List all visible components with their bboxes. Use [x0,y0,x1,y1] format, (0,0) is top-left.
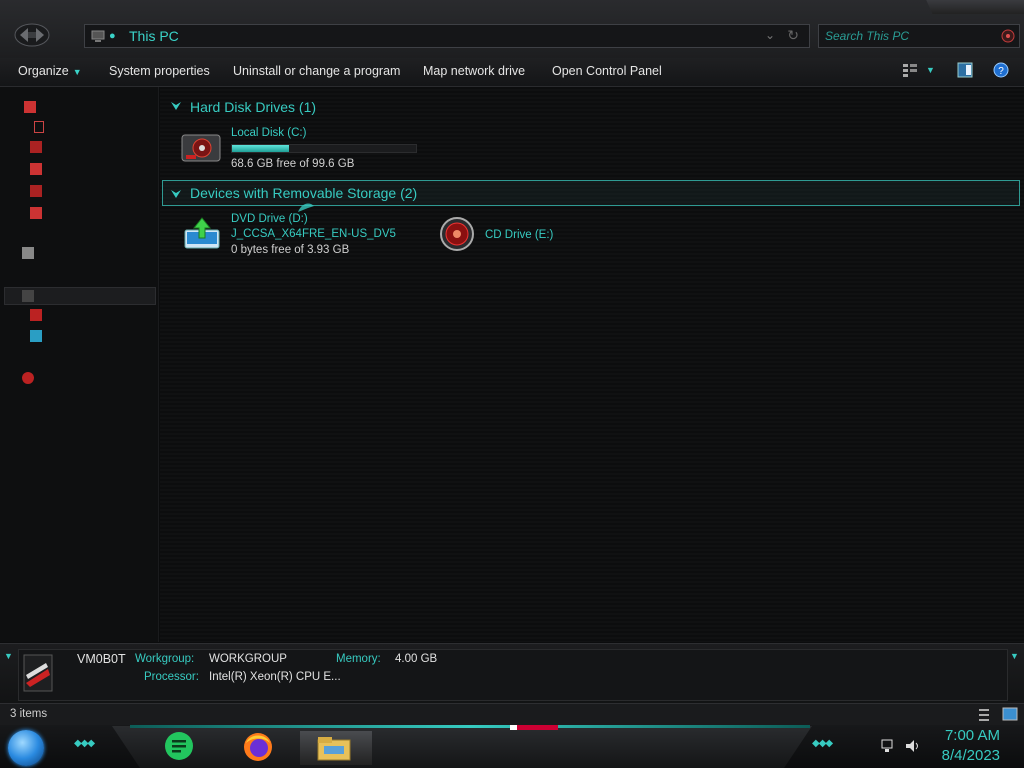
favorites-icon[interactable] [24,101,36,113]
search-box[interactable]: Search This PC [818,24,1020,48]
local-disk-name[interactable]: Local Disk (C:) [231,127,306,139]
downloads-icon[interactable] [30,141,42,153]
volume-icon[interactable] [904,738,922,754]
refresh-icon[interactable]: ↻ [787,27,799,44]
taskbar-accent-line [130,725,810,728]
map-network-drive-button[interactable]: Map network drive [423,64,525,78]
cd-drive-name[interactable]: CD Drive (E:) [485,229,553,241]
library-icon[interactable] [30,185,42,197]
file-explorer-taskbar-button[interactable] [300,731,372,765]
status-bar: 3 items [0,703,1024,726]
network-icon[interactable] [22,372,34,384]
frame-chevron-icon: ▼ [4,651,13,661]
dvd-drive-free-space: 0 bytes free of 3.93 GB [231,244,350,256]
local-disk-free-space: 68.6 GB free of 99.6 GB [231,158,355,170]
network-tray-icon[interactable] [880,738,896,754]
address-bar[interactable]: ● This PC ⌄ ↻ [84,24,810,48]
memory-label: Memory: [336,653,381,665]
breadcrumb-separator-icon: ● [109,30,116,42]
computer-icon [23,654,53,692]
preview-pane-icon[interactable] [957,62,973,78]
large-icons-view-icon[interactable] [1002,707,1018,721]
item-count: 3 items [10,708,48,720]
processor-label: Processor: [144,671,199,683]
workgroup-value: WORKGROUP [209,653,287,665]
details-view-icon[interactable] [978,708,990,722]
clock-time[interactable]: 7:00 AM [945,727,1000,744]
processor-value: Intel(R) Xeon(R) CPU E... [209,671,341,683]
this-pc-icon [22,290,34,302]
file-explorer-icon [317,737,351,761]
group-header-hard-disks[interactable]: Hard Disk Drives (1) [190,99,316,115]
folder-icon[interactable] [30,207,42,219]
back-forward-icon[interactable] [14,22,50,48]
clock-date[interactable]: 8/4/2023 [942,747,1000,764]
taskbar-chevrons-icon: ◆◆◆ [74,738,95,749]
navigation-pane [0,87,159,642]
local-disk-usage-fill [232,145,290,152]
computer-name: VM0B0T [77,652,126,666]
local-disk-usage-bar [231,144,417,153]
svg-text:?: ? [998,66,1004,77]
search-icon[interactable] [1001,29,1015,43]
taskbar-plate [112,726,812,768]
dvd-drive-nav-icon[interactable] [30,330,42,342]
organize-button[interactable]: Organize ▼ [18,64,82,78]
window-frame-tab [926,0,1024,14]
firefox-icon[interactable] [242,731,274,763]
address-location: This PC [129,28,179,44]
hard-disk-icon[interactable] [180,131,224,167]
view-options-icon[interactable] [902,62,918,78]
view-dropdown-icon[interactable]: ▼ [926,65,935,75]
frame-chevron-icon: ▼ [1010,651,1019,661]
taskbar: ◆◆◆ ◆◆◆ [0,725,1024,768]
content-pane [160,87,1024,642]
desktop-icon[interactable] [34,121,44,133]
homegroup-icon[interactable] [22,247,34,259]
uninstall-program-button[interactable]: Uninstall or change a program [233,64,400,78]
local-disk-nav-icon[interactable] [30,309,42,321]
cd-drive-icon[interactable] [438,216,476,252]
dvd-drive-label: J_CCSA_X64FRE_EN-US_DV5 [231,228,396,240]
notes-app-icon[interactable] [164,731,194,761]
address-dropdown-icon[interactable]: ⌄ [765,28,775,42]
command-bar: Organize ▼ System properties Uninstall or… [0,58,1024,87]
help-icon[interactable]: ? [993,62,1009,78]
collapse-group-icon[interactable] [170,189,182,199]
taskbar-chevrons-icon: ◆◆◆ [812,738,833,749]
computer-icon [91,30,105,42]
organize-label: Organize [18,64,69,78]
workgroup-label: Workgroup: [135,653,195,665]
chevron-down-icon: ▼ [72,67,82,77]
recent-places-icon[interactable] [30,163,42,175]
memory-value: 4.00 GB [395,653,438,665]
collapse-group-icon[interactable] [170,101,182,111]
cursor-icon [298,203,314,212]
dvd-drive-icon[interactable] [183,216,221,250]
start-button[interactable] [8,730,44,766]
system-properties-button[interactable]: System properties [109,64,210,78]
open-control-panel-button[interactable]: Open Control Panel [552,64,662,78]
search-placeholder: Search This PC [825,29,910,43]
taskbar-indicator [510,725,558,730]
